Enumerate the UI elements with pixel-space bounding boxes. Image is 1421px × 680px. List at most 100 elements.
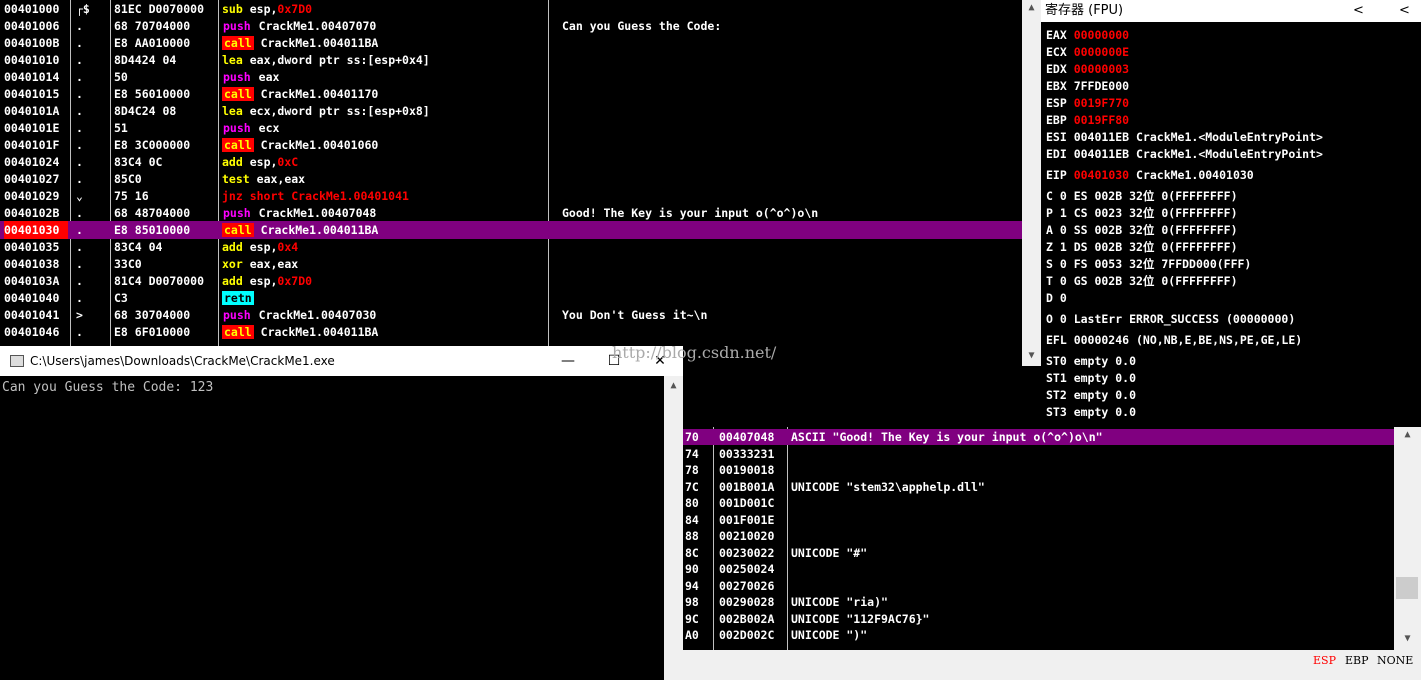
register-pane[interactable]: 寄存器 (FPU) < < EAX 00000000 ECX 0000000E ED…: [1041, 0, 1421, 426]
stack-scrollbar[interactable]: ▲ ▼: [1394, 427, 1421, 650]
stack-row[interactable]: A0 002D002C UNICODE ")": [683, 627, 1394, 643]
stack-dump-pane[interactable]: 70 00407048 ASCII "Good! The Key is your i…: [683, 427, 1394, 650]
disasm-row[interactable]: 0040101E. 51 push ecx: [0, 119, 1022, 137]
register-line[interactable]: EIP 00401030 CrackMe1.00401030: [1046, 167, 1254, 184]
stack-value: 00190018: [719, 463, 775, 477]
register-line[interactable]: C 0 ES 002B 32位 0(FFFFFFFF): [1046, 188, 1238, 205]
disasm-row[interactable]: 00401040. C3 retn: [0, 289, 1022, 307]
hex-bytes-cell: 33C0: [114, 257, 142, 271]
register-line[interactable]: EBP 0019FF80: [1046, 112, 1129, 129]
hex-bytes-cell: 8D4C24 08: [114, 104, 177, 118]
register-line[interactable]: ST0 empty 0.0: [1046, 353, 1136, 370]
stack-row[interactable]: 80 001D001C: [683, 495, 1394, 511]
register-line[interactable]: EDX 00000003: [1046, 61, 1129, 78]
minimize-button[interactable]: —: [548, 346, 588, 376]
register-prev-button[interactable]: <: [1353, 0, 1364, 22]
stack-row[interactable]: 88 00210020: [683, 528, 1394, 544]
immediate-value: 0x7D0: [277, 2, 313, 16]
register-line[interactable]: D 0: [1046, 290, 1067, 307]
register-next-button[interactable]: <: [1399, 0, 1410, 22]
register-value: 0019FF80: [1073, 113, 1130, 127]
stack-row[interactable]: 7C 001B001A UNICODE "stem32\apphelp.dll": [683, 479, 1394, 495]
console-app-icon: [10, 355, 24, 367]
stack-row[interactable]: 9C 002B002A UNICODE "112F9AC76}": [683, 611, 1394, 627]
disasm-row[interactable]: 0040100B. E8 AA010000 call CrackMe1.004011…: [0, 34, 1022, 52]
register-line[interactable]: EDI 004011EB CrackMe1.<ModuleEntryPoint>: [1046, 146, 1323, 163]
disasm-row[interactable]: 00401000 ┌$ 81EC D0070000 sub esp,0x7D0: [0, 0, 1022, 18]
stack-comment: UNICODE "ria)": [791, 595, 888, 609]
disasm-row[interactable]: 00401029 ⌄ 75 16 jnz short CrackMe1.0040104…: [0, 187, 1022, 205]
register-line[interactable]: T 0 GS 002B 32位 0(FFFFFFFF): [1046, 273, 1238, 290]
stack-row[interactable]: 98 00290028 UNICODE "ria)": [683, 594, 1394, 610]
branch-marker: .: [76, 257, 83, 271]
register-value: 00000003: [1073, 62, 1130, 76]
register-line[interactable]: S 0 FS 0053 32位 7FFDD000(FFF): [1046, 256, 1251, 273]
register-line[interactable]: ESP 0019F770: [1046, 95, 1129, 112]
scroll-thumb[interactable]: [1396, 577, 1418, 599]
disasm-row[interactable]: 00401014. 50 push eax: [0, 68, 1022, 86]
register-line[interactable]: EAX 00000000: [1046, 27, 1129, 44]
disasm-row[interactable]: 00401024. 83C4 0C add esp,0xC: [0, 153, 1022, 171]
register-scrollbar[interactable]: ▲ ▼: [1022, 0, 1041, 366]
disasm-row[interactable]: 00401030. E8 85010000 call CrackMe1.004011…: [0, 221, 1022, 239]
esp-address-button[interactable]: ESP: [1313, 654, 1336, 667]
none-address-button[interactable]: NONE: [1377, 654, 1413, 667]
register-line[interactable]: ST2 empty 0.0: [1046, 387, 1136, 404]
stack-row[interactable]: 78 00190018: [683, 462, 1394, 478]
console-titlebar[interactable]: C:\Users\james\Downloads\CrackMe\CrackMe…: [0, 346, 683, 376]
disasm-row[interactable]: 00401038. 33C0 xor eax,eax: [0, 255, 1022, 273]
console-window[interactable]: C:\Users\james\Downloads\CrackMe\CrackMe…: [0, 346, 683, 680]
register-line[interactable]: ST3 empty 0.0: [1046, 404, 1136, 421]
register-label: ECX: [1046, 45, 1074, 59]
console-scrollbar[interactable]: ▲: [664, 376, 683, 680]
disasm-row[interactable]: 0040103A. 81C4 D0070000 add esp,0x7D0: [0, 272, 1022, 290]
stack-row[interactable]: 8C 00230022 UNICODE "#": [683, 545, 1394, 561]
register-line[interactable]: ESI 004011EB CrackMe1.<ModuleEntryPoint>: [1046, 129, 1323, 146]
mnemonic: push: [223, 308, 251, 322]
scroll-down-icon[interactable]: ▼: [1022, 350, 1041, 361]
register-value: 0019F770: [1073, 96, 1130, 110]
mnemonic: add: [222, 155, 243, 169]
branch-marker: .: [76, 87, 83, 101]
stack-row[interactable]: 74 00333231: [683, 446, 1394, 462]
register-line[interactable]: ECX 0000000E: [1046, 44, 1129, 61]
disasm-row[interactable]: 00401041 >68 30704000 push CrackMe1.004070…: [0, 306, 1022, 324]
operands: eax,eax: [256, 172, 306, 186]
disassembly-pane[interactable]: 00401000 ┌$ 81EC D0070000 sub esp,0x7D0 0040…: [0, 0, 1022, 360]
instruction-cell: call CrackMe1.004011BA: [222, 323, 542, 341]
disasm-row[interactable]: 00401010. 8D4424 04 lea eax,dword ptr ss:[…: [0, 51, 1022, 69]
register-header: 寄存器 (FPU) < <: [1041, 0, 1421, 22]
stack-row[interactable]: 90 00250024: [683, 561, 1394, 577]
mnemonic: test: [222, 172, 250, 186]
disasm-row[interactable]: 00401027. 85C0 test eax,eax: [0, 170, 1022, 188]
ebp-address-button[interactable]: EBP: [1345, 654, 1369, 667]
disasm-row[interactable]: 00401035. 83C4 04 add esp,0x4: [0, 238, 1022, 256]
console-output-area[interactable]: Can you Guess the Code: 123: [0, 376, 664, 680]
hex-bytes-cell: 81EC D0070000: [114, 2, 205, 16]
register-line[interactable]: EFL 00000246 (NO,NB,E,BE,NS,PE,GE,LE): [1046, 332, 1302, 349]
disasm-row[interactable]: 0040101F. E8 3C000000 call CrackMe1.004010…: [0, 136, 1022, 154]
stack-offset: 90: [685, 562, 699, 576]
register-line[interactable]: P 1 CS 0023 32位 0(FFFFFFFF): [1046, 205, 1238, 222]
stack-row[interactable]: 70 00407048 ASCII "Good! The Key is your i…: [683, 429, 1394, 445]
mnemonic: call: [222, 325, 254, 339]
register-line[interactable]: EBX 7FFDE000: [1046, 78, 1129, 95]
operands: esp,: [249, 2, 278, 16]
disasm-row[interactable]: 00401046. E8 6F010000 call CrackMe1.004011…: [0, 323, 1022, 341]
register-line[interactable]: Z 1 DS 002B 32位 0(FFFFFFFF): [1046, 239, 1238, 256]
register-line[interactable]: O 0 LastErr ERROR_SUCCESS (00000000): [1046, 311, 1295, 328]
scroll-up-icon[interactable]: ▲: [664, 380, 683, 391]
scroll-up-icon[interactable]: ▲: [1394, 429, 1421, 440]
disasm-row[interactable]: 0040102B. 68 48704000 push CrackMe1.004070…: [0, 204, 1022, 222]
scroll-up-icon[interactable]: ▲: [1022, 2, 1041, 13]
scroll-down-icon[interactable]: ▼: [1394, 633, 1421, 644]
disasm-row[interactable]: 0040101A. 8D4C24 08 lea ecx,dword ptr ss:[…: [0, 102, 1022, 120]
disasm-row[interactable]: 00401006. 68 70704000 push CrackMe1.004070…: [0, 17, 1022, 35]
register-line[interactable]: ST1 empty 0.0: [1046, 370, 1136, 387]
stack-row[interactable]: 84 001F001E: [683, 512, 1394, 528]
stack-row[interactable]: 94 00270026: [683, 578, 1394, 594]
address-cell: 0040102B: [4, 206, 60, 220]
address-cell: 00401030: [4, 221, 68, 239]
disasm-row[interactable]: 00401015. E8 56010000 call CrackMe1.004011…: [0, 85, 1022, 103]
register-line[interactable]: A 0 SS 002B 32位 0(FFFFFFFF): [1046, 222, 1238, 239]
